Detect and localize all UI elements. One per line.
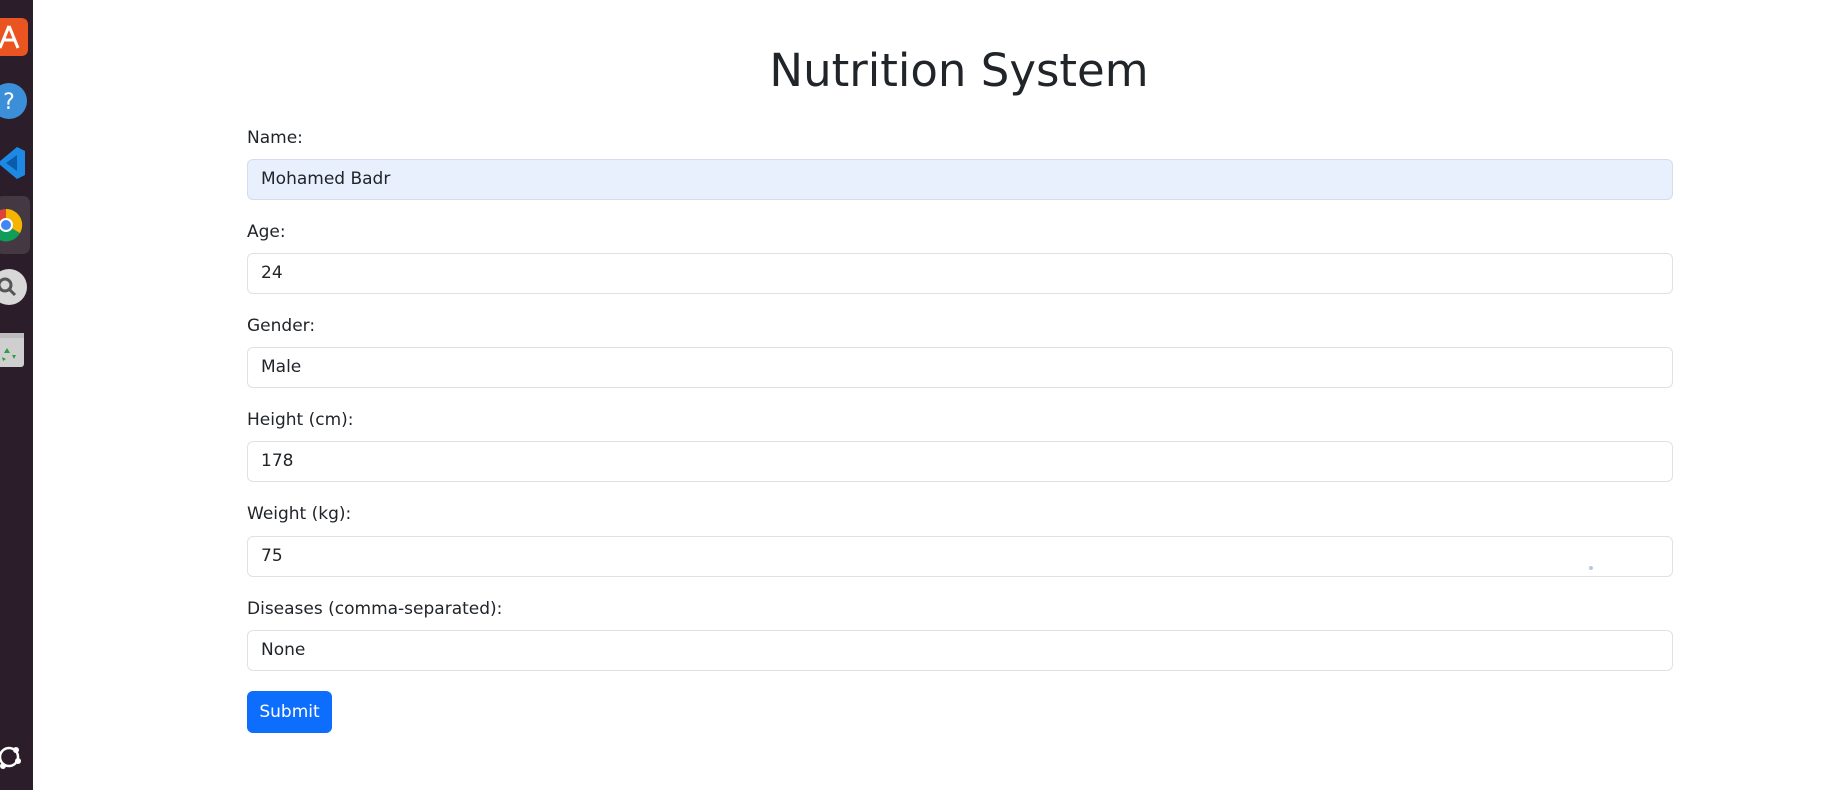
age-label: Age:	[247, 222, 286, 242]
svg-text:?: ?	[3, 90, 15, 115]
software-center-icon[interactable]	[0, 18, 28, 56]
height-input[interactable]: 178	[247, 441, 1673, 482]
gender-input[interactable]: Male	[247, 347, 1673, 388]
height-label: Height (cm):	[247, 410, 354, 430]
weight-input[interactable]: 75	[247, 536, 1673, 577]
submit-button[interactable]: Submit	[247, 691, 332, 733]
main-content: Nutrition System Name: Mohamed Badr Age:…	[33, 0, 1837, 790]
name-label: Name:	[247, 128, 303, 148]
weight-label: Weight (kg):	[247, 504, 352, 524]
dock: ?	[0, 0, 33, 790]
age-input[interactable]: 24	[247, 253, 1673, 294]
trash-icon[interactable]	[0, 331, 28, 369]
show-apps-icon[interactable]	[0, 738, 28, 776]
diseases-label: Diseases (comma-separated):	[247, 599, 503, 619]
vscode-icon[interactable]	[0, 144, 28, 182]
name-input[interactable]: Mohamed Badr	[247, 159, 1673, 200]
gender-label: Gender:	[247, 316, 316, 336]
mouse-cursor	[1589, 566, 1593, 570]
page-title: Nutrition System	[769, 44, 1149, 97]
help-icon[interactable]: ?	[0, 82, 28, 120]
diseases-input[interactable]: None	[247, 630, 1673, 671]
chrome-icon[interactable]	[0, 196, 30, 254]
disk-icon[interactable]	[0, 268, 28, 306]
